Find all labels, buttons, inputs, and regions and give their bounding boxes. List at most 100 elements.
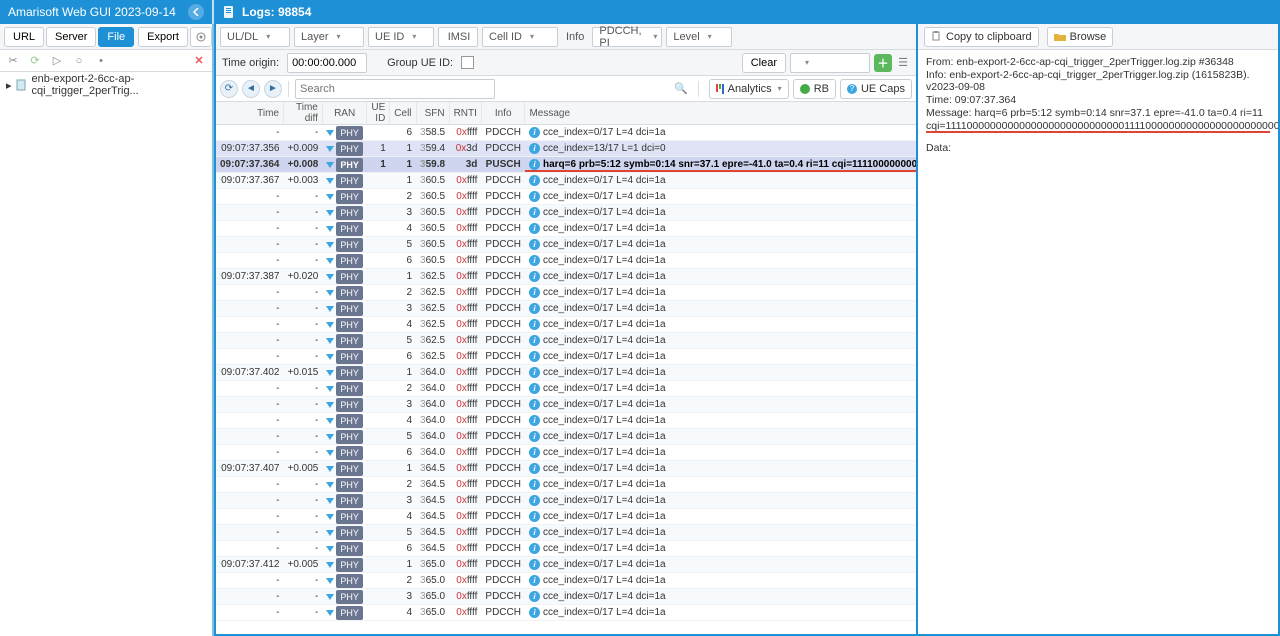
table-row[interactable]: --PHY4365.00xffffPDCCHicce_index=0/17 L=… xyxy=(216,605,916,621)
binoculars-icon[interactable]: 🔍 xyxy=(674,82,688,95)
table-row[interactable]: --PHY6362.50xffffPDCCHicce_index=0/17 L=… xyxy=(216,349,916,365)
file-icon xyxy=(16,79,28,91)
add-filter-button[interactable]: ＋ xyxy=(874,54,892,72)
table-row[interactable]: --PHY5364.50xffffPDCCHicce_index=0/17 L=… xyxy=(216,525,916,541)
table-row[interactable]: 09:07:37.402+0.015PHY1364.00xffffPDCCHic… xyxy=(216,365,916,381)
table-row[interactable]: 09:07:37.367+0.003PHY1360.50xffffPDCCHic… xyxy=(216,173,916,189)
time-origin-input[interactable] xyxy=(287,53,367,73)
table-row[interactable]: --PHY6358.50xffffPDCCHicce_index=0/17 L=… xyxy=(216,125,916,141)
table-row[interactable]: --PHY2364.00xffffPDCCHicce_index=0/17 L=… xyxy=(216,381,916,397)
group-ueid-checkbox[interactable] xyxy=(461,56,474,69)
table-row[interactable]: --PHY6364.50xffffPDCCHicce_index=0/17 L=… xyxy=(216,541,916,557)
group-ueid-label: Group UE ID: xyxy=(387,57,453,69)
circle-icon[interactable]: ○ xyxy=(72,54,86,68)
clear-combo[interactable]: ▾ xyxy=(790,53,870,73)
filter-row: UL/DL▾ Layer▾ UE ID▾ IMSI Cell ID▾ Info … xyxy=(216,24,916,50)
prev-button[interactable]: ◄ xyxy=(242,80,260,98)
table-row[interactable]: --PHY2362.50xffffPDCCHicce_index=0/17 L=… xyxy=(216,285,916,301)
level-combo[interactable]: Level▾ xyxy=(666,27,732,47)
col-msg[interactable]: Message xyxy=(525,102,916,125)
clipboard-icon xyxy=(931,31,942,42)
col-cell[interactable]: Cell xyxy=(390,102,416,125)
logs-panel: UL/DL▾ Layer▾ UE ID▾ IMSI Cell ID▾ Info … xyxy=(216,24,918,634)
table-row[interactable]: 09:07:37.412+0.005PHY1365.00xffffPDCCHic… xyxy=(216,557,916,573)
search-input[interactable] xyxy=(295,79,495,99)
detail-data: Data: xyxy=(926,142,1270,154)
time-origin-label: Time origin: xyxy=(222,57,279,69)
help-icon: ? xyxy=(847,84,857,94)
sidebar-icons-row: ✂ ⟳ ▷ ○ • ✕ xyxy=(0,50,212,72)
sidebar-toolbar: URL Server File Export xyxy=(0,24,212,50)
info-filter-label: Info xyxy=(566,31,584,43)
col-tdiff[interactable]: Time diff xyxy=(284,102,323,125)
col-sfn[interactable]: SFN xyxy=(416,102,449,125)
export-button[interactable]: Export xyxy=(138,27,188,47)
table-row[interactable]: --PHY6364.00xffffPDCCHicce_index=0/17 L=… xyxy=(216,445,916,461)
close-icon[interactable]: ✕ xyxy=(192,54,206,68)
col-ueid[interactable]: UE ID xyxy=(367,102,390,125)
layer-combo[interactable]: Layer▾ xyxy=(294,27,364,47)
column-menu-icon[interactable]: ☰ xyxy=(896,56,910,69)
file-button[interactable]: File xyxy=(98,27,134,47)
dot-icon[interactable]: • xyxy=(94,54,108,68)
table-row[interactable]: --PHY3364.00xffffPDCCHicce_index=0/17 L=… xyxy=(216,397,916,413)
col-rnti[interactable]: RNTI xyxy=(449,102,481,125)
table-row[interactable]: --PHY4364.50xffffPDCCHicce_index=0/17 L=… xyxy=(216,509,916,525)
refresh-button[interactable]: ⟳ xyxy=(220,80,238,98)
imsi-button[interactable]: IMSI xyxy=(438,27,478,47)
table-row[interactable]: --PHY5360.50xffffPDCCHicce_index=0/17 L=… xyxy=(216,237,916,253)
uecaps-button[interactable]: ? UE Caps xyxy=(840,79,912,99)
table-row[interactable]: 09:07:37.364+0.008PHY11359.83dPUSCHiharq… xyxy=(216,157,916,173)
table-row[interactable]: 09:07:37.387+0.020PHY1362.50xffffPDCCHic… xyxy=(216,269,916,285)
table-row[interactable]: --PHY5362.50xffffPDCCHicce_index=0/17 L=… xyxy=(216,333,916,349)
expand-icon[interactable]: ▸ xyxy=(6,79,12,92)
filter-row-2: Time origin: Group UE ID: Clear ▾ ＋ ☰ xyxy=(216,50,916,76)
table-row[interactable]: --PHY3362.50xffffPDCCHicce_index=0/17 L=… xyxy=(216,301,916,317)
table-row[interactable]: --PHY3364.50xffffPDCCHicce_index=0/17 L=… xyxy=(216,493,916,509)
table-row[interactable]: 09:07:37.356+0.009PHY11359.40x3dPDCCHicc… xyxy=(216,141,916,157)
clear-button[interactable]: Clear xyxy=(742,53,786,73)
uldl-combo[interactable]: UL/DL▾ xyxy=(220,27,290,47)
table-row[interactable]: --PHY3365.00xffffPDCCHicce_index=0/17 L=… xyxy=(216,589,916,605)
detail-toolbar: Copy to clipboard Browse xyxy=(918,24,1278,50)
next-button[interactable]: ► xyxy=(264,80,282,98)
rb-button[interactable]: RB xyxy=(793,79,836,99)
info-combo[interactable]: PDCCH, PI▾ xyxy=(592,27,662,47)
table-row[interactable]: --PHY5364.00xffffPDCCHicce_index=0/17 L=… xyxy=(216,429,916,445)
tree-item[interactable]: ▸ enb-export-2-6cc-ap-cqi_trigger_2perTr… xyxy=(6,76,206,94)
table-row[interactable]: --PHY3360.50xffffPDCCHicce_index=0/17 L=… xyxy=(216,205,916,221)
col-info[interactable]: Info xyxy=(481,102,525,125)
copy-to-clipboard-button[interactable]: Copy to clipboard xyxy=(924,27,1039,47)
server-button[interactable]: Server xyxy=(46,27,96,47)
table-row[interactable]: --PHY4362.50xffffPDCCHicce_index=0/17 L=… xyxy=(216,317,916,333)
table-row[interactable]: --PHY4360.50xffffPDCCHicce_index=0/17 L=… xyxy=(216,221,916,237)
sidebar-scrollbar[interactable] xyxy=(0,624,212,636)
table-row[interactable]: --PHY6360.50xffffPDCCHicce_index=0/17 L=… xyxy=(216,253,916,269)
detail-panel: Copy to clipboard Browse From: enb-expor… xyxy=(918,24,1278,634)
cut-icon[interactable]: ✂ xyxy=(6,54,20,68)
sidebar-header: Amarisoft Web GUI 2023-09-14 xyxy=(0,0,214,24)
table-row[interactable]: --PHY2365.00xffffPDCCHicce_index=0/17 L=… xyxy=(216,573,916,589)
col-ran[interactable]: RAN xyxy=(322,102,367,125)
sidebar-collapse-button[interactable] xyxy=(188,4,204,20)
play-icon[interactable]: ▷ xyxy=(50,54,64,68)
table-row[interactable]: --PHY4364.00xffffPDCCHicce_index=0/17 L=… xyxy=(216,413,916,429)
url-button[interactable]: URL xyxy=(4,27,44,47)
logs-title: Logs: 98854 xyxy=(242,5,311,19)
tree-item-label: enb-export-2-6cc-ap-cqi_trigger_2perTrig… xyxy=(32,73,206,97)
ueid-combo[interactable]: UE ID▾ xyxy=(368,27,434,47)
action-row: ⟳ ◄ ► 🔍 Analytics RB xyxy=(216,76,916,102)
table-row[interactable]: --PHY2364.50xffffPDCCHicce_index=0/17 L=… xyxy=(216,477,916,493)
log-grid[interactable]: Time Time diff RAN UE ID Cell SFN RNTI I… xyxy=(216,102,916,634)
analytics-button[interactable]: Analytics xyxy=(709,79,789,99)
refresh-icon[interactable]: ⟳ xyxy=(28,54,42,68)
cellid-combo[interactable]: Cell ID▾ xyxy=(482,27,558,47)
browse-button[interactable]: Browse xyxy=(1047,27,1114,47)
sidebar: URL Server File Export ✂ ⟳ ▷ ○ • ✕ ▸ xyxy=(0,24,214,636)
table-row[interactable]: --PHY2360.50xffffPDCCHicce_index=0/17 L=… xyxy=(216,189,916,205)
rb-icon xyxy=(800,84,810,94)
col-time[interactable]: Time xyxy=(216,102,284,125)
detail-from: From: enb-export-2-6cc-ap-cqi_trigger_2p… xyxy=(926,56,1270,68)
table-row[interactable]: 09:07:37.407+0.005PHY1364.50xffffPDCCHic… xyxy=(216,461,916,477)
export-settings-button[interactable] xyxy=(190,27,212,47)
